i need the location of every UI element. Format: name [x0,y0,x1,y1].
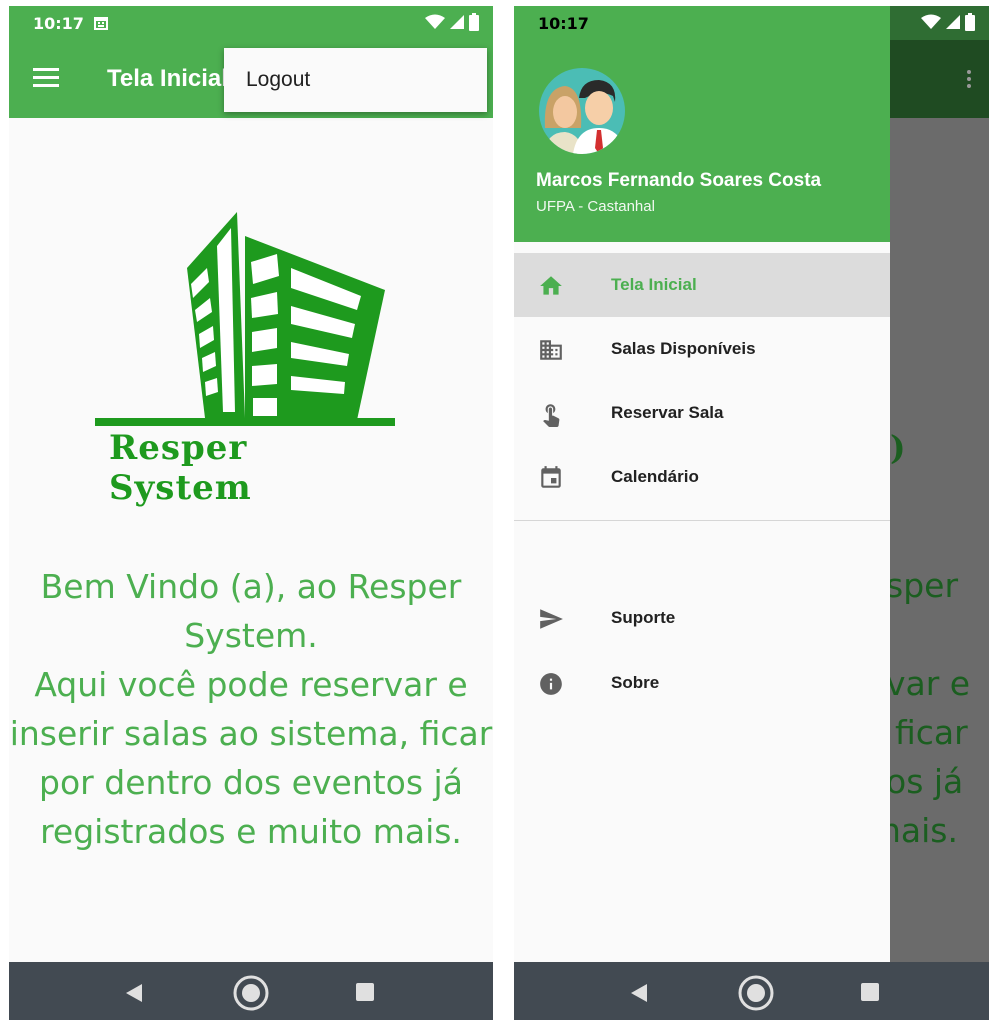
welcome-line: Aqui você pode reservar e [34,665,468,704]
recents-icon[interactable] [861,983,879,1001]
home-nav-icon[interactable] [737,974,775,1012]
overflow-menu: Logout [224,48,487,112]
background-text-fragment: os já [886,762,964,801]
calendar-notification-icon [93,15,109,36]
system-nav-bar [9,962,493,1020]
drawer-item-reservar-sala[interactable]: Reservar Sala [514,381,890,445]
wifi-icon [921,14,941,29]
building-icon [540,340,562,360]
status-time: 10:17 [538,14,589,33]
back-icon[interactable] [124,983,144,1003]
more-options-icon[interactable] [967,70,971,91]
system-nav-bar [514,962,989,1020]
drawer-item-label: Suporte [611,608,676,627]
home-screen: 10:17 Tela Inicial Logout Resper System … [9,6,493,1020]
background-text-fragment: nais. [880,811,958,850]
logo-text: Resper System [109,428,252,508]
status-time: 10:17 [33,14,84,33]
background-text-fragment: var e [886,664,971,703]
logout-menu-item[interactable]: Logout [246,68,310,92]
drawer-item-calendario[interactable]: Calendário [514,445,890,509]
drawer-header: Marcos Fernando Soares Costa UFPA - Cast… [514,40,890,242]
drawer-item-label: Salas Disponíveis [611,339,756,358]
user-organization: UFPA - Castanhal [536,198,655,215]
welcome-line: inserir salas ao sistema, ficar [9,714,493,753]
wifi-icon [425,14,445,29]
back-icon[interactable] [629,983,649,1003]
info-icon [540,673,562,695]
welcome-line: por dentro dos eventos já [39,763,463,802]
home-icon [540,276,562,295]
battery-icon [469,13,479,31]
drawer-item-label: Calendário [611,467,699,486]
welcome-line: registrados e muito mais. [40,812,462,851]
drawer-item-sobre[interactable]: Sobre [514,651,890,715]
welcome-line: Bem Vindo (a), ao Resper [40,567,462,606]
drawer-item-label: Sobre [611,673,660,692]
home-nav-icon[interactable] [232,974,270,1012]
signal-icon [946,15,960,29]
drawer-item-label: Tela Inicial [611,275,697,294]
battery-icon [965,13,975,31]
menu-icon[interactable] [33,68,59,88]
resper-system-logo: Resper System [95,206,405,508]
welcome-message: Bem Vindo (a), ao Resper System. Aqui vo… [9,562,493,856]
avatar [539,68,625,154]
welcome-line: System. [184,616,318,655]
background-text-fragment: sper [886,566,959,605]
signal-icon [450,15,464,29]
recents-icon[interactable] [356,983,374,1001]
drawer-item-suporte[interactable]: Suporte [514,586,890,650]
drawer-divider [514,520,890,521]
touch-icon [543,404,560,427]
user-name: Marcos Fernando Soares Costa [536,170,822,191]
drawer-item-label: Reservar Sala [611,403,724,422]
drawer-screen: 10:17 ) sper var e , ficar os já nais. 1… [514,6,989,1020]
status-bar: 10:17 [9,6,493,40]
calendar-icon [541,466,561,488]
navigation-drawer: 10:17 Marcos Fernando Soares Costa UFPA … [514,6,890,962]
drawer-status-area: 10:17 [514,6,890,40]
background-text-fragment: ) [890,428,906,467]
drawer-item-tela-inicial[interactable]: Tela Inicial [514,253,890,317]
send-icon [540,609,563,629]
page-title: Tela Inicial [107,65,228,92]
drawer-item-salas-disponiveis[interactable]: Salas Disponíveis [514,317,890,381]
